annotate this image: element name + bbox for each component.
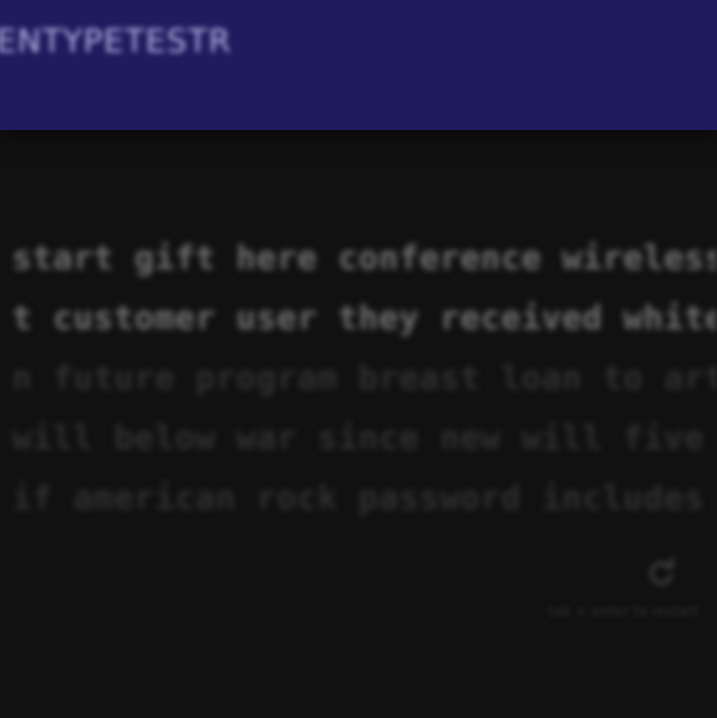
untyped-text: if american rock password includes also [12,478,717,517]
typing-area[interactable]: start gift here conference wireless lab … [12,228,717,528]
text-line-5: if american rock password includes also [12,468,717,528]
text-line-3: n future program breast loan to article [12,348,717,408]
restart-icon[interactable] [644,556,678,590]
text-line-4: will below war since new will five food [12,408,717,468]
untyped-text: will below war since new will five food [12,418,717,457]
text-line-2: t customer user they received white loc [12,288,717,348]
app-logo[interactable]: ENTYPETESTR [0,22,232,60]
untyped-text: n future program breast loan to article [12,358,717,397]
typed-text: t customer user they received white [12,298,717,337]
restart-hint: tab + enter to restart [548,604,699,620]
typed-text: start gift here conference wireless lab [12,238,717,277]
app-header: ENTYPETESTR [0,0,717,130]
text-line-1: start gift here conference wireless lab [12,228,717,288]
